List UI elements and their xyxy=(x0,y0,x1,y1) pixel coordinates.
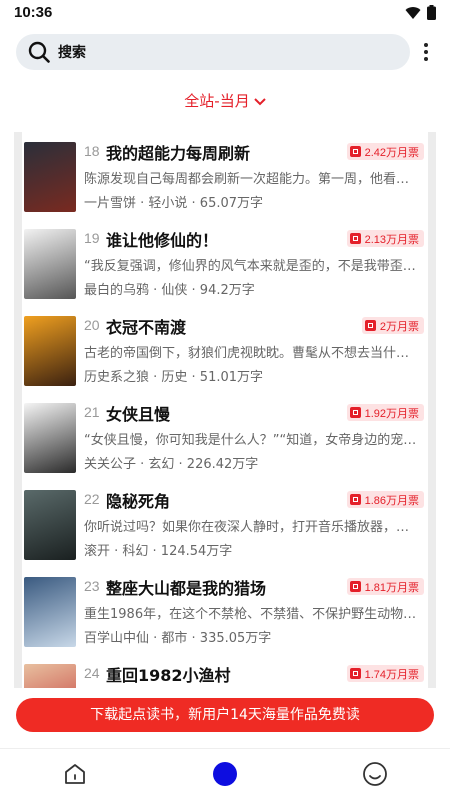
book-meta: 历史系之狼 · 历史 · 51.01万字 xyxy=(84,370,264,385)
more-dot-icon xyxy=(424,57,428,61)
tab-center[interactable] xyxy=(210,759,240,789)
filter-label: 全站-当月 xyxy=(184,92,250,110)
monthly-vote-badge: 1.86万月票 xyxy=(346,491,424,508)
book-list[interactable]: 18 我的超能力每周刷新 2.42万月票陈源发现自己每周都会刷新一次超能力。第一周，… xyxy=(22,132,428,688)
ticket-icon xyxy=(364,320,376,331)
search-icon xyxy=(28,41,50,63)
book-cover-image[interactable] xyxy=(24,142,76,212)
tab-profile[interactable] xyxy=(360,759,390,789)
book-rank: 18 xyxy=(84,143,100,159)
ticket-icon xyxy=(349,581,361,592)
book-description: 你听说过吗？如果你在夜深人静时，打开音乐播放器，… xyxy=(84,520,410,535)
monthly-vote-count: 1.92万月票 xyxy=(364,407,419,420)
monthly-vote-badge: 1.74万月票 xyxy=(346,665,424,682)
book-list-item[interactable]: 23 整座大山都是我的猎场 1.81万月票重生1986年，在这个不禁枪、不禁猎、不保… xyxy=(22,571,428,658)
book-meta: 一片雪饼 · 轻小说 · 65.07万字 xyxy=(84,196,264,211)
book-list-item[interactable]: 21 女侠且慢 1.92万月票 “女侠且慢，你可知我是什么人？”“知道，女帝身边的宠…… xyxy=(22,397,428,484)
book-list-frame: 18 我的超能力每周刷新 2.42万月票陈源发现自己每周都会刷新一次超能力。第一周，… xyxy=(14,132,436,688)
book-meta: 百学山中仙 · 都市 · 335.05万字 xyxy=(84,631,272,646)
book-title[interactable]: 衣冠不南渡 xyxy=(106,314,186,338)
monthly-vote-badge: 2万月票 xyxy=(361,317,424,334)
bottom-tab-bar xyxy=(0,748,450,800)
monthly-vote-badge: 2.13万月票 xyxy=(346,230,424,247)
book-title[interactable]: 谁让他修仙的！ xyxy=(106,227,218,251)
battery-icon xyxy=(427,5,436,20)
ticket-icon xyxy=(349,233,361,244)
search-label: 搜索 xyxy=(58,45,86,61)
more-dot-icon xyxy=(424,50,428,54)
monthly-vote-count: 1.74万月票 xyxy=(364,668,419,681)
book-description: 古老的帝国倒下，豺狼们虎视眈眈。曹髦从不想去当什… xyxy=(84,346,410,361)
status-bar: 10:36 xyxy=(0,0,450,26)
monthly-vote-count: 1.81万月票 xyxy=(364,581,419,594)
download-promo-banner[interactable]: 下载起点读书，新用户14天海量作品免费读 xyxy=(16,698,434,732)
monthly-vote-count: 2万月票 xyxy=(379,320,419,333)
ticket-icon xyxy=(349,146,361,157)
book-rank: 20 xyxy=(84,317,100,333)
monthly-vote-count: 2.13万月票 xyxy=(364,233,419,246)
book-title[interactable]: 我的超能力每周刷新 xyxy=(106,140,250,164)
monthly-vote-badge: 2.42万月票 xyxy=(346,143,424,160)
ticket-icon xyxy=(349,668,361,679)
book-rank: 21 xyxy=(84,404,100,420)
profile-icon xyxy=(363,762,387,786)
book-cover-image[interactable] xyxy=(24,403,76,473)
book-rank: 23 xyxy=(84,578,100,594)
status-icons xyxy=(405,5,436,20)
book-cover-image[interactable] xyxy=(24,490,76,560)
more-options-button[interactable] xyxy=(412,38,440,66)
book-description: “我反复强调，修仙界的风气本来就是歪的，不是我带歪… xyxy=(84,259,416,274)
tab-home[interactable] xyxy=(60,759,90,789)
book-cover-image[interactable] xyxy=(24,577,76,647)
book-list-item[interactable]: 20 衣冠不南渡 2万月票古老的帝国倒下，豺狼们虎视眈眈。曹髦从不想去当什… 历史系之… xyxy=(22,310,428,397)
status-time: 10:36 xyxy=(14,4,53,21)
monthly-vote-count: 2.42万月票 xyxy=(364,146,419,159)
book-list-item[interactable]: 19 谁让他修仙的！ 2.13万月票 “我反复强调，修仙界的风气本来就是歪的，不是我带… xyxy=(22,223,428,310)
book-list-item[interactable]: 22 隐秘死角 1.86万月票你听说过吗？如果你在夜深人静时，打开音乐播放器，… 滚开… xyxy=(22,484,428,571)
book-description: 重生1986年，在这个不禁枪、不禁猎、不保护野生动物… xyxy=(84,607,417,622)
book-meta: 关关公子 · 玄幻 · 226.42万字 xyxy=(84,457,259,472)
book-description: “女侠且慢，你可知我是什么人？”“知道，女帝身边的宠… xyxy=(84,433,417,448)
book-description: 陈源发现自己每周都会刷新一次超能力。第一周，他看… xyxy=(84,172,410,187)
book-cover-image[interactable] xyxy=(24,664,76,688)
book-meta: 最白的乌鸦 · 仙侠 · 94.2万字 xyxy=(84,283,255,298)
more-dot-icon xyxy=(424,43,428,47)
search-bar[interactable]: 搜索 xyxy=(16,34,410,70)
book-title[interactable]: 重回1982小渔村 xyxy=(106,662,231,686)
book-title[interactable]: 整座大山都是我的猎场 xyxy=(106,575,266,599)
center-dot-icon xyxy=(213,762,237,786)
book-title[interactable]: 隐秘死角 xyxy=(106,488,170,512)
chevron-down-icon xyxy=(253,97,266,105)
book-list-item[interactable]: 18 我的超能力每周刷新 2.42万月票陈源发现自己每周都会刷新一次超能力。第一周，… xyxy=(22,136,428,223)
book-rank: 19 xyxy=(84,230,100,246)
wifi-icon xyxy=(405,6,421,19)
ranking-filter-dropdown[interactable]: 全站-当月 xyxy=(0,90,450,114)
ticket-icon xyxy=(349,407,361,418)
monthly-vote-badge: 1.92万月票 xyxy=(346,404,424,421)
book-cover-image[interactable] xyxy=(24,229,76,299)
home-icon xyxy=(65,764,85,784)
book-title[interactable]: 女侠且慢 xyxy=(106,401,170,425)
monthly-vote-count: 1.86万月票 xyxy=(364,494,419,507)
book-rank: 22 xyxy=(84,491,100,507)
book-rank: 24 xyxy=(84,665,100,681)
book-list-item[interactable]: 24 重回1982小渔村 1.74万月票 xyxy=(22,658,428,688)
monthly-vote-badge: 1.81万月票 xyxy=(346,578,424,595)
book-cover-image[interactable] xyxy=(24,316,76,386)
ticket-icon xyxy=(349,494,361,505)
book-meta: 滚开 · 科幻 · 124.54万字 xyxy=(84,544,233,559)
